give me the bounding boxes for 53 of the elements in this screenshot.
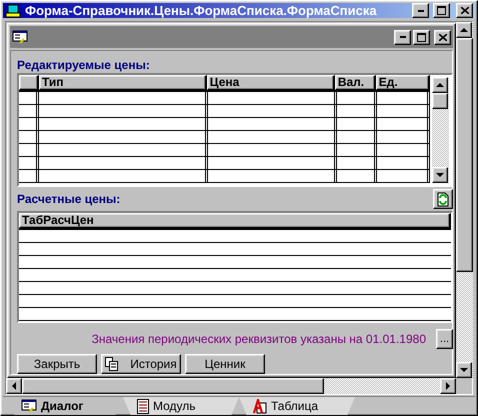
date-button[interactable]: ... (436, 329, 453, 349)
scroll-thumb[interactable] (22, 378, 324, 394)
close-button[interactable] (434, 30, 451, 44)
close-icon (438, 34, 446, 40)
action-button[interactable]: История (101, 354, 181, 374)
scroll-right-button[interactable] (440, 378, 456, 394)
document-icon (137, 398, 149, 414)
scroll-left-button[interactable] (6, 378, 22, 394)
table-letter-icon (253, 398, 267, 414)
minimize-button[interactable] (394, 30, 411, 44)
tab[interactable]: Таблица (239, 397, 355, 416)
minimize-icon (400, 36, 406, 38)
tab[interactable]: Модуль (123, 397, 239, 416)
left-arrow-icon (12, 382, 16, 390)
maximize-button[interactable] (433, 3, 450, 18)
column-header[interactable]: Тип (39, 75, 207, 90)
window-title: Форма-Справочник.Цены.ФормаСписка.ФормаСписка (25, 3, 378, 18)
refresh-document-icon (437, 192, 449, 206)
info-text: Значения периодических реквизитов указаны на 01.01.1980 (92, 332, 426, 346)
minimize-button[interactable] (412, 3, 429, 18)
scroll-up-button[interactable] (456, 22, 472, 38)
action-button[interactable]: Ценник (185, 354, 265, 374)
maximize-icon (437, 6, 446, 15)
up-arrow-icon (460, 28, 468, 32)
right-arrow-icon (446, 382, 450, 390)
up-arrow-icon (436, 83, 444, 87)
close-button[interactable] (456, 3, 473, 18)
column-header[interactable]: Цена (206, 75, 335, 90)
copy-pages-icon (105, 357, 118, 371)
scroll-up-button[interactable] (432, 77, 448, 93)
refresh-button[interactable] (433, 189, 453, 209)
section-label: Расчетные цены: (17, 192, 120, 206)
minimize-icon (418, 10, 424, 12)
scroll-down-button[interactable] (456, 362, 472, 378)
scroll-thumb[interactable] (432, 93, 448, 109)
vertical-scrollbar[interactable] (432, 77, 449, 183)
action-button[interactable]: Закрыть (17, 354, 97, 374)
maximize-icon (417, 32, 426, 42)
down-arrow-icon (436, 173, 444, 177)
column-header[interactable]: Ед. (376, 75, 430, 90)
app-icon (5, 4, 21, 18)
section-label: Редактируемые цены: (17, 58, 150, 72)
column-header[interactable]: ТабРасчЦен (19, 213, 451, 228)
form-icon (12, 30, 28, 44)
horizontal-scrollbar[interactable] (6, 378, 456, 394)
maximize-button[interactable] (413, 30, 430, 44)
form-icon (21, 399, 37, 413)
down-arrow-icon (460, 368, 468, 372)
scroll-thumb[interactable] (456, 38, 473, 272)
column-header[interactable]: Вал. (334, 75, 376, 90)
scroll-down-button[interactable] (432, 167, 448, 183)
close-icon (460, 7, 468, 14)
vertical-scrollbar[interactable] (456, 22, 473, 378)
